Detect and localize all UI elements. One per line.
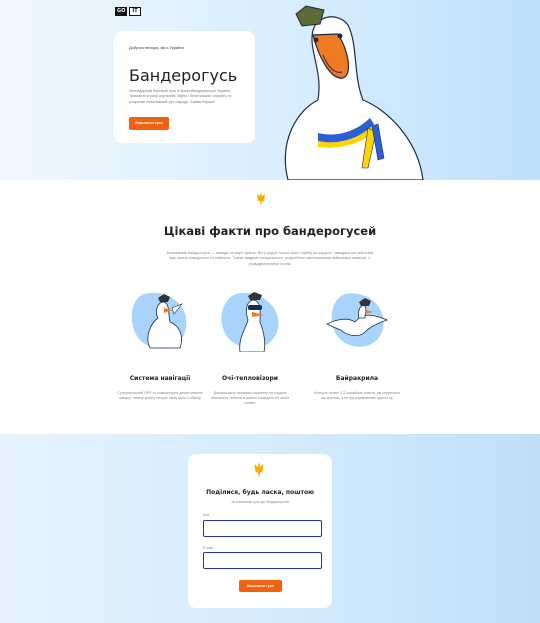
order-form-section: Поділися, будь ласка, поштою та спалахом… (0, 434, 540, 623)
facts-description: Безмежний бандерогусь — завжди на варті … (166, 251, 374, 266)
hero-title: Бандерогусь (129, 66, 238, 85)
facts-section: Цікаві факти про бандерогусей Безмежний … (0, 180, 540, 434)
goit-logo[interactable]: GO IT (115, 7, 141, 16)
hero-eyebrow: Доброго вечора, ми з України (129, 45, 184, 50)
fact-text: Клекуче пелює 3 Z-спрайсові ракети, які … (314, 391, 400, 401)
fact-card-thermal-eyes: Очі-тепловізори Допомагають несемаш хара… (205, 288, 295, 407)
form-title: Поділися, будь ласка, поштою (206, 489, 314, 496)
goose-hero-illustration (284, 5, 424, 180)
submit-order-button[interactable]: Замовити гуся (239, 580, 282, 592)
name-label: Ім'я (203, 513, 209, 517)
hero-text: Легендарний бойовий гусь із Волинбандері… (129, 89, 232, 104)
fact-card-navigation: Система навігації Суперсучасний GPS та к… (115, 288, 205, 401)
hero-section: GO IT Доброго вечора, ми з України Банде… (0, 0, 540, 180)
name-input[interactable] (203, 520, 322, 537)
fact-title: Система навігації (129, 375, 191, 382)
bayraktar-goose-icon (326, 293, 389, 347)
fact-text: Допомагають несемаш характер на кордоні … (211, 391, 289, 406)
logo-it: IT (129, 7, 141, 16)
trident-icon (254, 462, 264, 478)
hero-card: Доброго вечора, ми з України Бандерогусь… (114, 31, 255, 143)
order-form: Поділися, будь ласка, поштою та спалахом… (188, 454, 332, 608)
trident-icon (257, 192, 265, 206)
fact-title: Байракрила (335, 375, 379, 382)
fact-title: Очі-тепловізори (222, 375, 278, 382)
fact-text: Суперсучасний GPS та компакторна десанто… (117, 391, 203, 401)
logo-go: GO (115, 7, 128, 16)
facts-title: Цікаві факти про бандерогусей (163, 224, 377, 238)
navigation-goose-icon (131, 292, 187, 349)
thermal-goggles-goose-icon (221, 292, 279, 353)
order-goose-button[interactable]: Замовити гуся (129, 117, 169, 130)
form-subtitle: та спалахом гуся до бандерогусей (231, 500, 289, 504)
email-label: E-mail (203, 546, 213, 550)
fact-card-bayraktar-wings: Байракрила Клекуче пелює 3 Z-спрайсові р… (312, 288, 402, 401)
email-input[interactable] (203, 552, 322, 569)
